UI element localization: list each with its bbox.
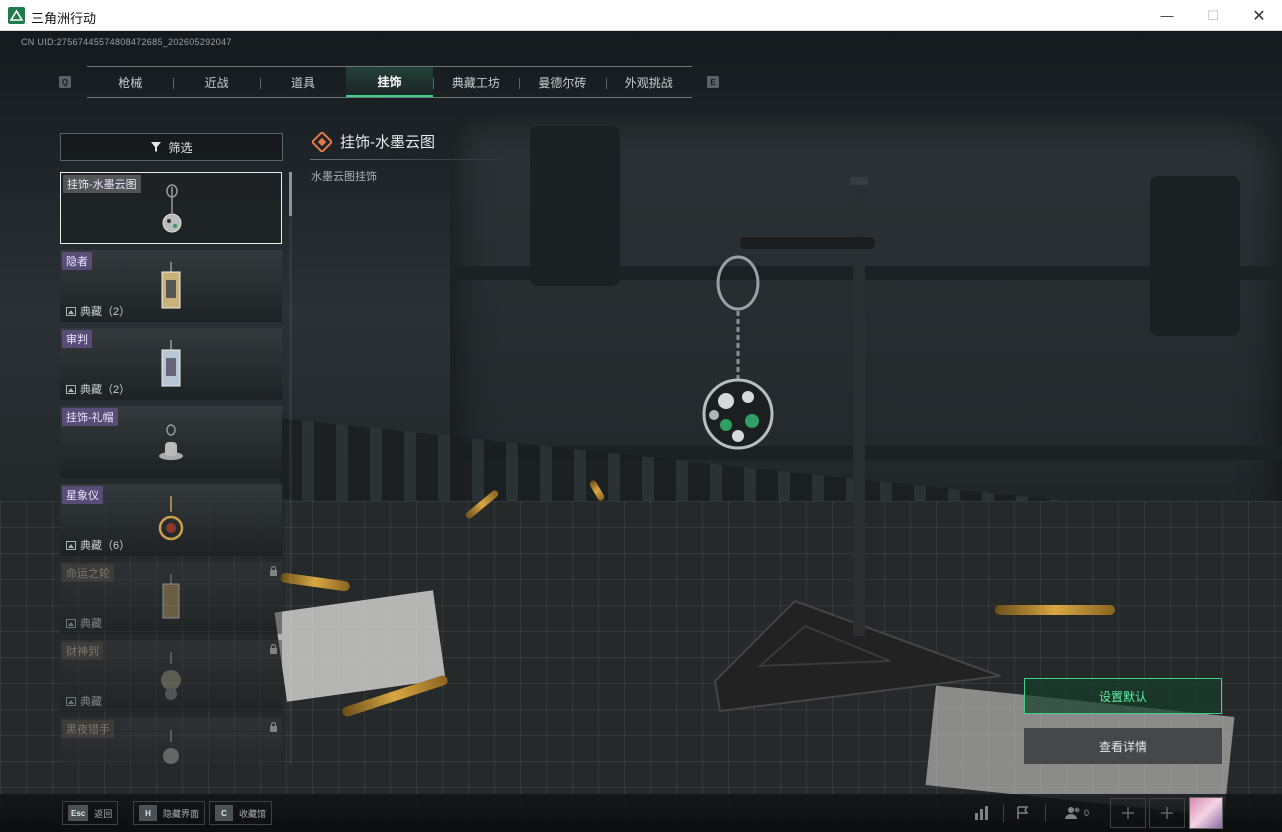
- filter-icon: [151, 142, 162, 152]
- close-button[interactable]: ✕: [1236, 0, 1282, 31]
- window-titlebar: 三角洲行动 — ☐ ✕: [0, 0, 1282, 31]
- item-thumbnail: [159, 424, 183, 460]
- item-name: 挂饰-水墨云图: [63, 175, 141, 193]
- item-name: 挂饰-礼帽: [62, 408, 118, 426]
- friends-button[interactable]: 0: [1055, 798, 1099, 828]
- esc-label: 返回: [94, 808, 113, 819]
- item-thumbnail: [162, 184, 182, 233]
- filter-button[interactable]: 筛选: [60, 133, 283, 161]
- image-icon: [66, 540, 76, 550]
- category-tabbar: 枪械 近战 道具 挂饰 典藏工坊 曼德尔砖 外观挑战: [87, 66, 692, 98]
- tab-items[interactable]: 道具: [259, 67, 346, 97]
- list-item[interactable]: 黑夜猎手: [60, 718, 282, 764]
- scrollbar-thumb[interactable]: [289, 172, 292, 216]
- tab-prev-key-hint[interactable]: Q: [59, 76, 71, 88]
- image-icon: [66, 618, 76, 628]
- view-details-button[interactable]: 查看详情: [1024, 728, 1222, 764]
- charm-display-stand: [702, 177, 1001, 713]
- item-name: 财神到: [62, 642, 103, 660]
- tab-collection-workshop[interactable]: 典藏工坊: [432, 67, 519, 97]
- list-item[interactable]: 挂饰-水墨云图: [60, 172, 282, 244]
- app-logo-icon: [8, 7, 25, 24]
- detail-divider: [310, 159, 520, 160]
- item-thumbnail: [162, 574, 180, 619]
- charm-category-icon: [312, 131, 332, 152]
- item-name: 审判: [62, 330, 92, 348]
- collection-label: 典藏: [66, 615, 102, 631]
- collection-label: 典藏（2）: [66, 303, 130, 319]
- add-icon[interactable]: [1149, 798, 1185, 828]
- detail-title: 挂饰-水墨云图: [340, 134, 435, 151]
- item-name: 星象仪: [62, 486, 103, 504]
- hide-ui-hint[interactable]: H 隐藏界面: [133, 801, 206, 825]
- collection-label: 典藏: [66, 693, 102, 709]
- collection-hall-hint[interactable]: C 收藏馆: [209, 801, 273, 825]
- image-icon: [66, 696, 76, 706]
- detail-description: 水墨云图挂饰: [311, 171, 377, 183]
- c-key: C: [215, 805, 233, 821]
- list-item[interactable]: 财神到 典藏: [60, 640, 282, 712]
- item-thumbnail: [163, 730, 179, 764]
- list-item[interactable]: 挂饰-礼帽: [60, 406, 282, 478]
- list-item[interactable]: 审判 典藏（2）: [60, 328, 282, 400]
- avatar[interactable]: [1189, 797, 1223, 829]
- item-name: 隐者: [62, 252, 92, 270]
- tab-melee[interactable]: 近战: [173, 67, 259, 97]
- detail-header: 挂饰-水墨云图: [312, 131, 435, 152]
- collection-label: 典藏（2）: [66, 381, 130, 397]
- list-item[interactable]: 星象仪 典藏（6）: [60, 484, 282, 556]
- list-item[interactable]: 命运之轮 典藏: [60, 562, 282, 634]
- filter-label: 筛选: [168, 140, 193, 155]
- friends-icon: [1064, 807, 1080, 819]
- tab-appearance-challenge[interactable]: 外观挑战: [605, 67, 692, 97]
- item-name: 黑夜猎手: [62, 720, 114, 738]
- list-scrollbar[interactable]: [289, 172, 292, 764]
- tab-guns[interactable]: 枪械: [87, 67, 173, 97]
- item-thumbnail: [161, 262, 181, 309]
- item-thumbnail: [158, 496, 184, 541]
- stats-icon[interactable]: [964, 798, 1000, 828]
- lock-icon: [270, 722, 277, 732]
- lock-icon: [270, 566, 277, 576]
- window-title: 三角洲行动: [31, 11, 97, 26]
- tab-mandel-brick[interactable]: 曼德尔砖: [519, 67, 605, 97]
- image-icon: [66, 306, 76, 316]
- lock-icon: [270, 644, 277, 654]
- esc-key: Esc: [68, 805, 89, 821]
- game-viewport: CN UID:27567445574808472685_202605292047…: [0, 31, 1282, 832]
- charm-list: 挂饰-水墨云图 隐者 典藏（2） 审判 典藏（2） 挂饰-礼帽 星象仪 典藏（6…: [60, 172, 284, 764]
- h-key: H: [139, 805, 157, 821]
- set-default-button[interactable]: 设置默认: [1024, 678, 1222, 714]
- esc-back-hint[interactable]: Esc 返回: [62, 801, 119, 825]
- flag-icon[interactable]: [1005, 798, 1041, 828]
- hide-ui-label: 隐藏界面: [163, 808, 200, 819]
- image-icon: [66, 384, 76, 394]
- add-icon[interactable]: [1110, 798, 1146, 828]
- bottom-bar: Esc 返回 H 隐藏界面 C 收藏馆 0: [0, 794, 1282, 832]
- minimize-button[interactable]: —: [1144, 0, 1190, 31]
- tab-charms[interactable]: 挂饰: [346, 67, 433, 97]
- friends-count: 0: [1083, 808, 1089, 818]
- uid-label: CN UID:27567445574808472685_202605292047: [21, 37, 232, 47]
- item-name: 命运之轮: [62, 564, 114, 582]
- list-item[interactable]: 隐者 典藏（2）: [60, 250, 282, 322]
- collection-label: 典藏（6）: [66, 537, 130, 553]
- item-thumbnail: [161, 652, 181, 700]
- item-thumbnail: [161, 340, 181, 387]
- collection-hall-label: 收藏馆: [239, 808, 267, 819]
- maximize-button[interactable]: ☐: [1190, 0, 1236, 31]
- tab-next-key-hint[interactable]: E: [707, 76, 719, 88]
